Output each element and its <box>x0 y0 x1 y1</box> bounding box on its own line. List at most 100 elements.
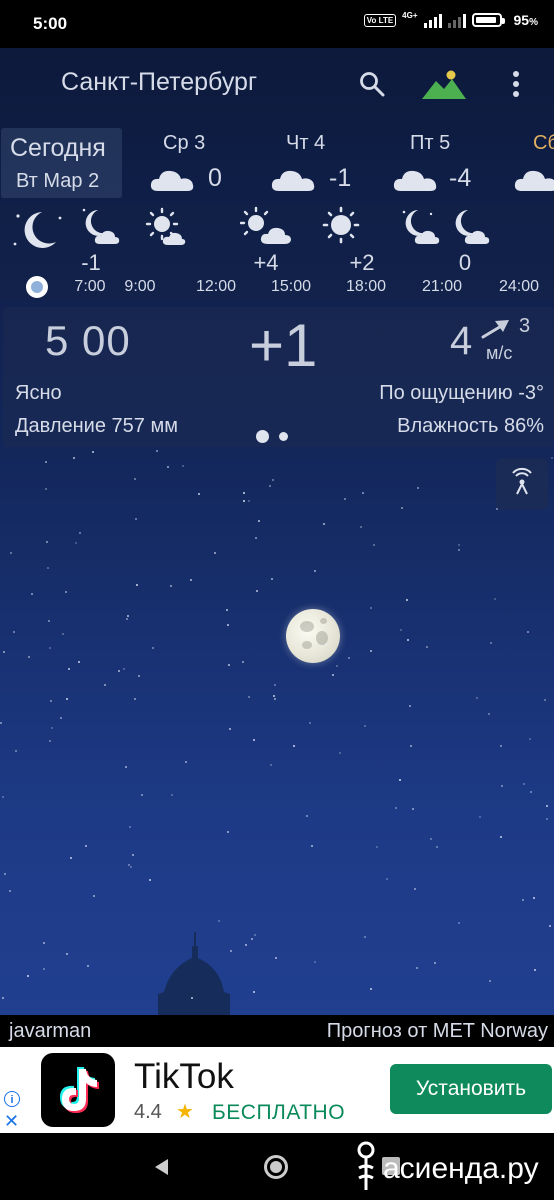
star-dot <box>490 642 492 644</box>
star-dot <box>78 661 80 663</box>
more-options-icon[interactable] <box>508 68 524 100</box>
star-dot <box>271 578 273 580</box>
star-dot <box>476 697 478 699</box>
star-dot <box>79 532 81 534</box>
star-dot <box>529 738 531 740</box>
home-icon[interactable] <box>264 1155 288 1179</box>
tab-today[interactable]: Сегодня Вт Мар 2 <box>1 128 122 198</box>
sun-cloud-icon <box>240 206 291 244</box>
hourly-forecast[interactable]: -1 +4 +2 0 7:00 9:00 12:00 15:00 18:00 2… <box>0 204 554 300</box>
star-dot <box>92 451 94 453</box>
star-dot <box>182 465 184 467</box>
day-name: Ср 3 <box>163 132 206 154</box>
star-dot <box>534 969 536 971</box>
back-icon[interactable] <box>152 1157 170 1177</box>
star-dot <box>436 846 438 848</box>
night-moon-icon <box>13 212 62 248</box>
city-title[interactable]: Санкт-Петербург <box>61 68 257 97</box>
star-dot <box>522 899 524 901</box>
network-type: 4G+ <box>402 10 418 20</box>
star-dot <box>190 579 192 581</box>
install-button[interactable]: Установить <box>390 1064 552 1114</box>
radar-button[interactable] <box>496 458 548 510</box>
star-dot <box>0 722 2 724</box>
ad-price: БЕСПЛАТНО <box>212 1101 346 1124</box>
star-dot <box>226 609 228 611</box>
star-dot <box>251 938 253 940</box>
star-dot <box>45 461 47 463</box>
moon-image <box>286 609 340 663</box>
star-dot <box>416 967 418 969</box>
star-dot <box>2 997 4 999</box>
star-dot <box>135 518 137 520</box>
condition-text: Ясно <box>15 382 62 404</box>
star-dot <box>49 740 51 742</box>
star-dot <box>417 487 419 489</box>
star-dot <box>269 485 271 487</box>
star-dot <box>85 845 87 847</box>
star-dot <box>66 953 68 955</box>
star-dot <box>301 635 303 637</box>
pressure: Давление 757 мм <box>15 415 178 437</box>
status-bar: 5:00 Vo LTE 4G+ 95% <box>0 0 554 48</box>
current-time-marker <box>26 276 48 298</box>
star-dot <box>500 836 502 838</box>
star-dot <box>70 857 72 859</box>
search-icon[interactable] <box>358 70 386 98</box>
background-landscape-icon[interactable] <box>422 69 466 101</box>
star-dot <box>228 664 230 666</box>
star-dot <box>274 684 276 686</box>
star-dot <box>28 656 30 658</box>
day-name: Пт 5 <box>410 132 451 154</box>
current-conditions-panel[interactable]: 5 00 +1 4 3 м/с Ясно По ощущению -3° Дав… <box>3 307 554 447</box>
star-dot <box>546 805 548 807</box>
star-dot <box>323 523 325 525</box>
star-dot <box>370 650 372 652</box>
star-dot <box>309 722 311 724</box>
star-dot <box>458 544 460 546</box>
hour-temp: +2 <box>349 250 375 275</box>
forecast-source[interactable]: Прогноз от MET Norway <box>327 1020 548 1043</box>
star-dot <box>243 500 245 502</box>
star-dot <box>414 888 416 890</box>
star-dot <box>167 466 169 468</box>
hour-temp: 0 <box>458 250 472 275</box>
star-dot <box>400 629 402 631</box>
day-sat[interactable]: Сб <box>514 132 554 202</box>
star-dot <box>87 965 89 967</box>
star-dot <box>273 695 275 697</box>
current-temperature: +1 <box>249 312 318 379</box>
star-dot <box>306 815 308 817</box>
star-dot <box>15 750 17 752</box>
star-dot <box>270 764 272 766</box>
star-dot <box>336 665 338 667</box>
star-dot <box>458 922 460 924</box>
star-dot <box>130 866 132 868</box>
watermark-text: асиенда.ру <box>383 1152 539 1185</box>
ad-close-icon[interactable]: ✕ <box>4 1111 19 1132</box>
star-dot <box>370 988 372 990</box>
star-dot <box>46 541 48 543</box>
photo-credit[interactable]: javarman <box>9 1020 91 1043</box>
star-dot <box>293 745 295 747</box>
star-dot <box>104 684 106 686</box>
wind-gust: 3 <box>519 315 531 337</box>
star-dot <box>218 920 220 922</box>
ad-app-title[interactable]: TikTok <box>134 1057 234 1097</box>
star-dot <box>364 936 366 938</box>
ad-info-icon[interactable]: i <box>4 1091 20 1107</box>
star-dot <box>314 570 316 572</box>
star-icon: ★ <box>176 1101 194 1123</box>
hour-time: 18:00 <box>345 278 387 295</box>
star-dot <box>60 717 62 719</box>
star-dot <box>73 457 75 459</box>
tiktok-logo-icon[interactable] <box>41 1053 115 1127</box>
star-dot <box>523 783 525 785</box>
cathedral-dome-silhouette <box>158 932 230 1015</box>
star-dot <box>185 761 187 763</box>
ad-banner[interactable]: i ✕ TikTok 4.4 ★ БЕСПЛАТНО Установить <box>0 1047 554 1133</box>
star-dot <box>253 991 255 993</box>
star-dot <box>430 838 432 840</box>
star-dot <box>47 567 49 569</box>
moon-cloud-icon <box>455 210 490 244</box>
